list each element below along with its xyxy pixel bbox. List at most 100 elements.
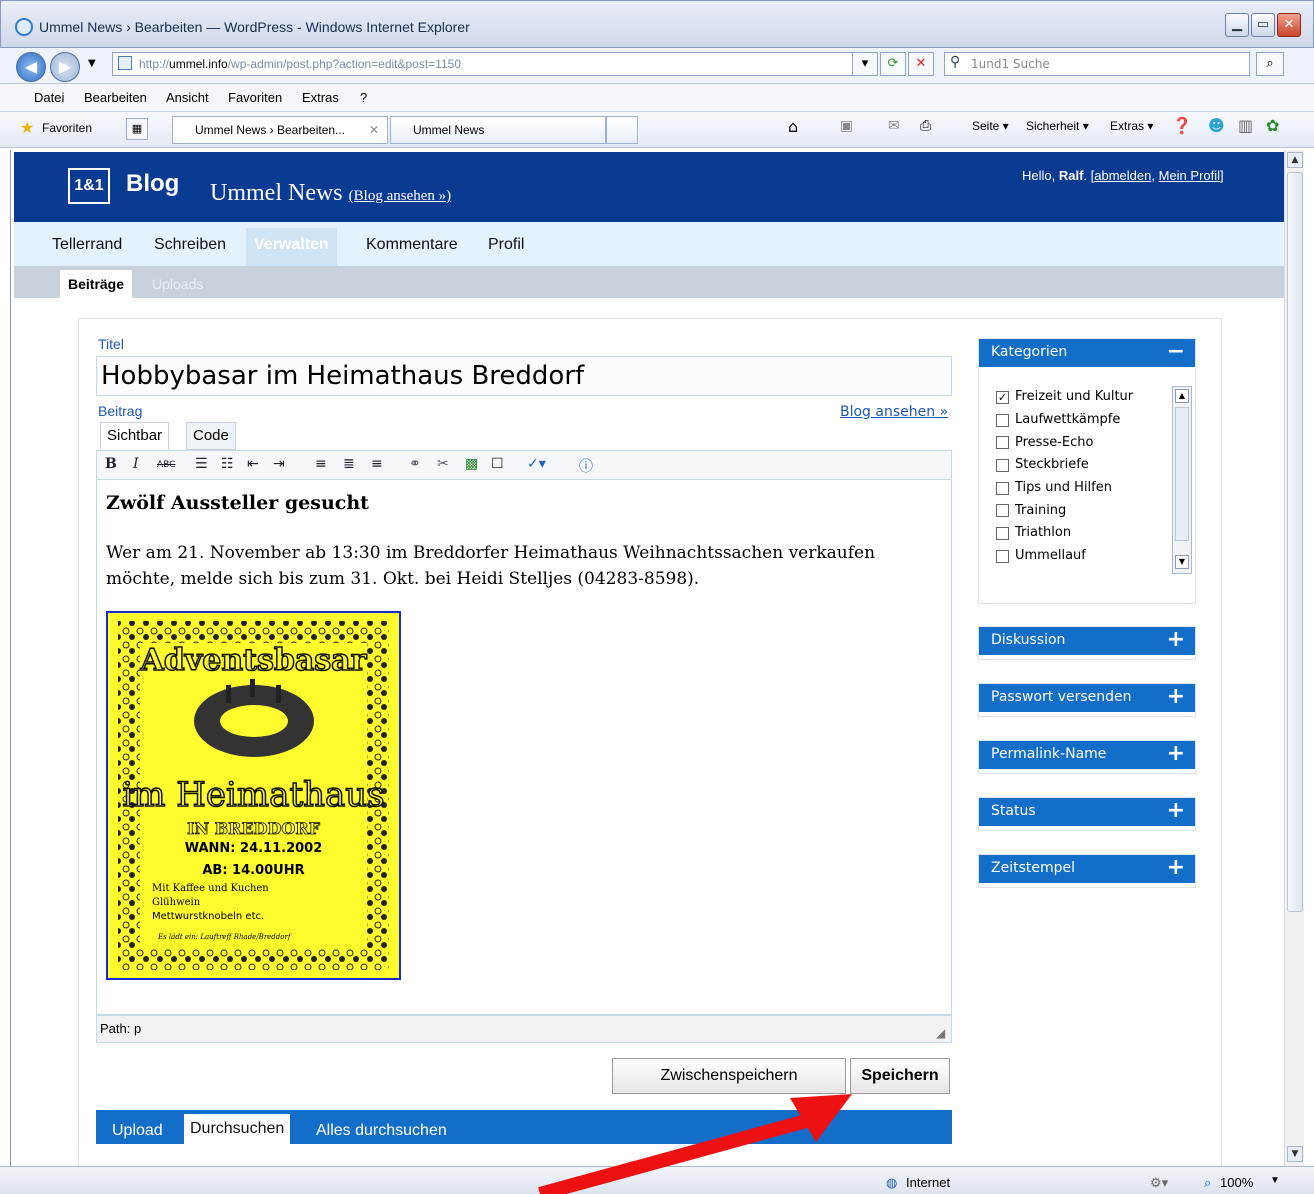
expand-icon[interactable]: + (1167, 684, 1185, 710)
print-icon[interactable]: ⎙ (920, 118, 931, 134)
menu-ansicht[interactable]: Ansicht (166, 90, 209, 105)
more-break-icon[interactable]: ☐ (491, 456, 504, 472)
zoom-dropdown-icon[interactable]: ▼ (1270, 1175, 1280, 1186)
category-item[interactable]: Laufwettkämpfe (996, 409, 1176, 432)
protected-mode-icon[interactable]: ⚙▾ (1150, 1175, 1168, 1191)
align-center-icon[interactable]: ≣ (343, 456, 355, 472)
back-button[interactable]: ◀ (16, 52, 46, 82)
page-scrollbar[interactable]: ▲ ▼ (1284, 150, 1304, 1166)
search-input[interactable]: 1und1 Suche (944, 52, 1250, 76)
category-checkbox[interactable] (996, 413, 1009, 427)
category-item[interactable]: Triathlon (996, 522, 1176, 545)
messenger-icon[interactable]: ☻ (1208, 116, 1225, 135)
numbered-list-icon[interactable]: ☷ (221, 456, 234, 472)
scroll-down-icon[interactable]: ▼ (1175, 555, 1189, 569)
mail-icon[interactable]: ✉ (888, 118, 900, 134)
favorites-button[interactable]: Favoriten (42, 121, 92, 135)
new-tab-button[interactable] (606, 116, 638, 144)
nav-profil[interactable]: Profil (488, 236, 524, 254)
stop-icon[interactable]: ✕ (908, 52, 934, 76)
category-checkbox[interactable]: ✓ (996, 390, 1009, 404)
history-dropdown-icon[interactable]: ▼ (88, 58, 96, 69)
menu-datei[interactable]: Datei (34, 90, 64, 105)
view-blog-link[interactable]: (Blog ansehen ») (349, 188, 451, 204)
help-icon[interactable]: ❓ (1172, 116, 1192, 135)
title-input[interactable]: Hobbybasar im Heimathaus Breddorf (96, 356, 952, 396)
bullet-list-icon[interactable]: ☰ (195, 456, 208, 472)
discussion-header[interactable]: Diskussion + (979, 627, 1195, 655)
adventsbasar-poster-image[interactable]: Adventsbasar im Heimathaus IN BREDDORF W… (106, 611, 401, 980)
menu-favoriten[interactable]: Favoriten (228, 90, 282, 105)
category-item[interactable]: Ummellauf (996, 545, 1176, 568)
tab-alles-durchsuchen[interactable]: Alles durchsuchen (316, 1122, 447, 1140)
status-header[interactable]: Status + (979, 798, 1195, 826)
category-scroll-thumb[interactable] (1175, 407, 1189, 541)
logout-link[interactable]: abmelden (1094, 168, 1151, 183)
save-button[interactable]: Speichern (850, 1058, 950, 1094)
zoom-level[interactable]: 100% (1220, 1175, 1253, 1190)
feeds-icon[interactable]: ▣ (840, 118, 853, 134)
resize-handle-icon[interactable]: ◢ (936, 1026, 945, 1040)
expand-icon[interactable]: + (1167, 798, 1185, 824)
nav-tellerrand[interactable]: Tellerrand (52, 236, 122, 254)
expand-icon[interactable]: + (1167, 855, 1185, 881)
permalink-header[interactable]: Permalink-Name + (979, 741, 1195, 769)
image-icon[interactable]: ▩ (465, 456, 478, 472)
subnav-uploads[interactable]: Uploads (152, 276, 203, 292)
category-checkbox[interactable] (996, 526, 1009, 540)
category-item[interactable]: ✓ Freizeit und Kultur (996, 386, 1176, 409)
bold-icon[interactable]: B (105, 456, 117, 472)
page-scroll-up-icon[interactable]: ▲ (1287, 152, 1303, 168)
timestamp-header[interactable]: Zeitstempel + (979, 855, 1195, 883)
tab-durchsuchen[interactable]: Durchsuchen (184, 1114, 291, 1144)
category-checkbox[interactable] (996, 436, 1009, 450)
menu-sicherheit[interactable]: Sicherheit ▾ (1026, 119, 1089, 133)
save-draft-button[interactable]: Zwischenspeichern (612, 1058, 846, 1094)
category-scrollbar[interactable]: ▲ ▼ (1172, 386, 1192, 574)
tab-bearbeiten[interactable]: Ummel News › Bearbeiten... ✕ (172, 116, 388, 144)
search-button[interactable]: ⌕ (1256, 52, 1284, 76)
italic-icon[interactable]: I (133, 456, 139, 472)
category-checkbox[interactable] (996, 481, 1009, 495)
home-icon[interactable]: ⌂ (788, 117, 798, 136)
page-scroll-thumb[interactable] (1287, 172, 1303, 912)
plugin-icon[interactable]: ✿ (1266, 116, 1279, 135)
align-right-icon[interactable]: ≡ (371, 456, 383, 472)
url-dropdown-button[interactable]: ▾ (852, 52, 878, 76)
spellcheck-icon[interactable]: ✓▾ (527, 456, 546, 472)
expand-icon[interactable]: + (1167, 741, 1185, 767)
research-icon[interactable]: ▥ (1238, 116, 1253, 135)
category-item[interactable]: Steckbriefe (996, 454, 1176, 477)
category-item[interactable]: Tips und Hilfen (996, 477, 1176, 500)
close-tab-icon[interactable]: ✕ (369, 117, 379, 143)
quick-tabs-icon[interactable]: ▦ (126, 118, 148, 140)
category-checkbox[interactable] (996, 458, 1009, 472)
menu-seite[interactable]: Seite ▾ (972, 119, 1009, 133)
category-item[interactable]: Presse-Echo (996, 431, 1176, 454)
menu-help[interactable]: ? (360, 90, 367, 105)
nav-kommentare[interactable]: Kommentare (366, 236, 458, 254)
indent-icon[interactable]: ⇥ (273, 456, 285, 472)
link-icon[interactable]: ⚭ (409, 456, 421, 472)
align-left-icon[interactable]: ≡ (315, 456, 327, 472)
collapse-icon[interactable]: − (1167, 339, 1185, 365)
category-item[interactable]: Training (996, 499, 1176, 522)
category-checkbox[interactable] (996, 504, 1009, 518)
subnav-beitraege[interactable]: Beiträge (60, 270, 133, 298)
tab-visual[interactable]: Sichtbar (100, 422, 170, 450)
url-field[interactable]: http://ummel.info/wp-admin/post.php?acti… (112, 52, 874, 76)
profile-link[interactable]: Mein Profil (1159, 168, 1220, 183)
category-checkbox[interactable] (996, 549, 1009, 563)
password-header[interactable]: Passwort versenden + (979, 684, 1195, 712)
expand-icon[interactable]: + (1167, 627, 1185, 653)
refresh-icon[interactable]: ⟳ (880, 52, 906, 76)
view-post-link[interactable]: Blog ansehen » (840, 404, 948, 420)
nav-verwalten[interactable]: Verwalten (246, 228, 337, 266)
help-editor-icon[interactable]: ⓘ (579, 456, 593, 476)
menu-bearbeiten[interactable]: Bearbeiten (84, 90, 147, 105)
menu-extras[interactable]: Extras (302, 90, 339, 105)
page-scroll-down-icon[interactable]: ▼ (1287, 1146, 1303, 1162)
tab-ummel-news[interactable]: Ummel News (390, 116, 606, 144)
nav-schreiben[interactable]: Schreiben (154, 236, 226, 254)
tab-code[interactable]: Code (186, 422, 236, 450)
